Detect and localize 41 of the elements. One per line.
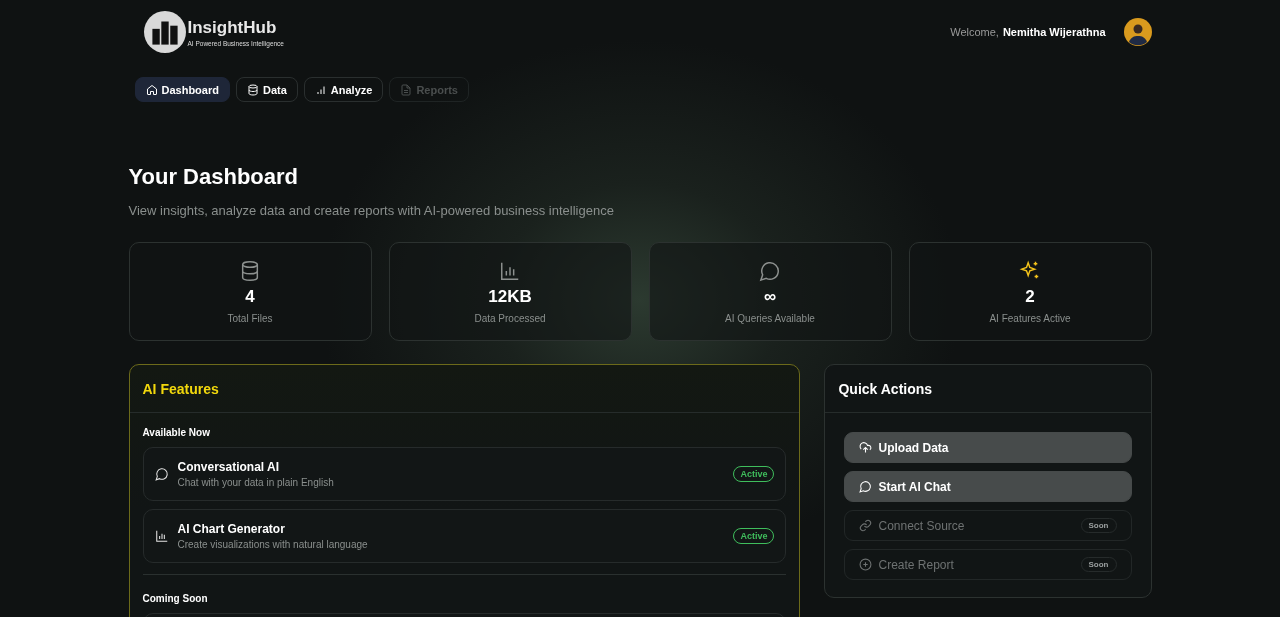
- feature-name: Conversational AI: [177, 460, 281, 474]
- stat-value: 2: [1025, 286, 1035, 307]
- stat-label: Total Files: [227, 312, 273, 324]
- brand-name: InsightHub: [187, 17, 278, 38]
- document-icon: [400, 83, 413, 96]
- user-name: Nemitha Wijerathna: [1002, 26, 1106, 38]
- stat-value: ∞: [763, 286, 777, 307]
- chat-bubble-icon: [154, 467, 169, 481]
- chat-bubble-icon: [859, 480, 873, 493]
- database-icon: [239, 259, 261, 282]
- stat-label: Data Processed: [474, 312, 546, 324]
- feature-card[interactable]: Conversational AI Chat with your data in plain English Active: [142, 447, 787, 501]
- feature-description: Create visualizations with natural language: [177, 539, 369, 550]
- database-icon: [246, 83, 259, 96]
- cloud-upload-icon: [859, 441, 873, 454]
- welcome-text: Welcome,: [950, 26, 999, 38]
- feature-name: AI Chart Generator: [177, 522, 286, 536]
- panel-title: AI Features: [142, 380, 219, 397]
- link-icon: [859, 519, 873, 532]
- section-heading: Coming Soon: [142, 593, 209, 604]
- quick-action-button[interactable]: Upload Data: [844, 432, 1132, 463]
- stat-label: AI Queries Available: [725, 312, 815, 324]
- page-title: Your Dashboard: [128, 164, 299, 190]
- avatar-icon[interactable]: [1123, 18, 1152, 46]
- stat-label: AI Features Active: [989, 312, 1071, 324]
- nav-tab[interactable]: Analyze: [303, 77, 384, 102]
- bar-chart-icon: [154, 529, 169, 543]
- section-heading: Available Now: [142, 427, 211, 438]
- home-icon: [145, 83, 158, 96]
- chat-bubble-icon: [759, 259, 781, 282]
- nav-tab[interactable]: Dashboard: [134, 77, 230, 102]
- quick-action-button[interactable]: Start AI Chat: [844, 471, 1132, 502]
- feature-description: Chat with your data in plain English: [177, 477, 335, 488]
- feature-card[interactable]: AI Chart Generator Create visualizations with natural language Active: [142, 509, 787, 563]
- logo-icon: [143, 11, 186, 53]
- stat-value: 12KB: [488, 286, 532, 307]
- plus-circle-icon: [859, 558, 873, 571]
- nav-tab[interactable]: Data: [235, 77, 298, 102]
- page-subtitle: View insights, analyze data and create reports with AI-powered business intelligence: [128, 203, 615, 218]
- panel-title: Quick Actions: [838, 380, 933, 397]
- stat-value: 4: [245, 286, 255, 307]
